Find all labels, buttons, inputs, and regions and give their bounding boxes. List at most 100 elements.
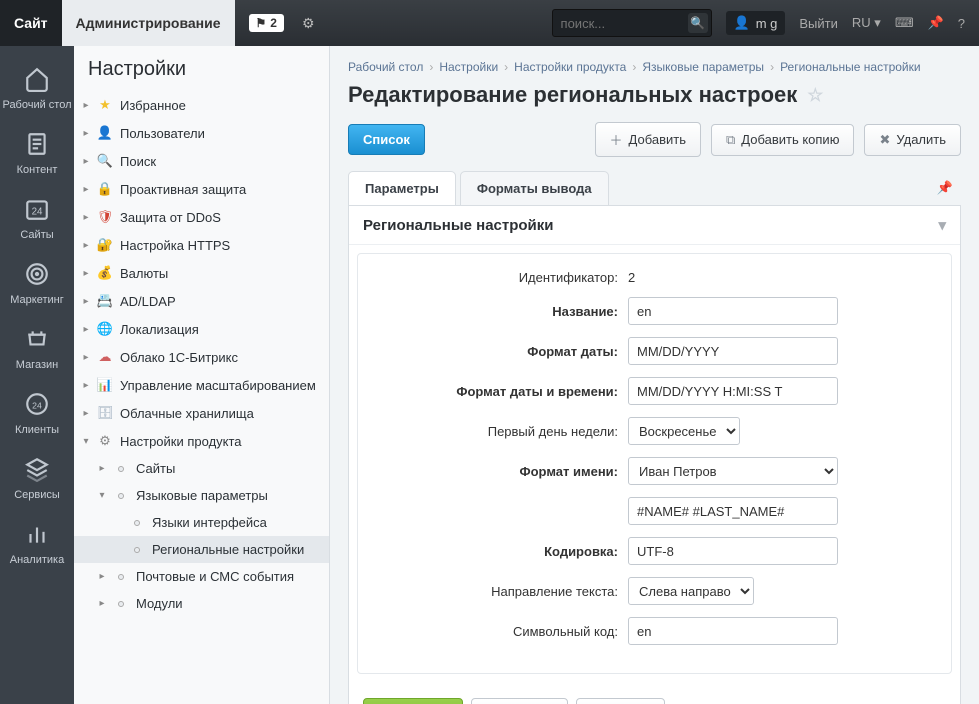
datetime-format-input[interactable] — [628, 377, 838, 405]
tree-item-15[interactable]: Языки интерфейса — [74, 509, 329, 536]
tree-item-4[interactable]: ▸🛡Защита от DDoS — [74, 203, 329, 231]
scale-icon: 📊 — [96, 377, 114, 393]
first-day-select[interactable]: Воскресенье — [628, 417, 740, 445]
user-menu[interactable]: 👤 m g — [726, 11, 786, 35]
name-label: Название: — [368, 304, 628, 319]
tree-item-16[interactable]: Региональные настройки — [74, 536, 329, 563]
tree-arrow: ▸ — [80, 296, 92, 307]
settings-gear-icon[interactable]: ⚙ — [302, 15, 315, 32]
breadcrumb-link[interactable]: Настройки продукта — [514, 60, 626, 74]
tree-label: Поиск — [120, 154, 156, 169]
panel-header: Региональные настройки ▾ — [349, 206, 960, 245]
bullet-icon — [128, 520, 146, 526]
action-bar: Список ＋Добавить ⧉Добавить копию ✖Удалит… — [348, 122, 961, 157]
tree-item-2[interactable]: ▸🔍Поиск — [74, 147, 329, 175]
tree-item-18[interactable]: ▸ Модули — [74, 590, 329, 617]
settings-panel: Региональные настройки ▾ Идентификатор: … — [348, 206, 961, 704]
name-format-select[interactable]: Иван Петров — [628, 457, 838, 485]
apply-button[interactable]: Применить — [471, 698, 568, 704]
tabs-pin-icon[interactable]: 📌 — [929, 172, 961, 204]
mainnav-analytics[interactable]: Аналитика — [0, 511, 74, 576]
tree-arrow: ▾ — [96, 490, 108, 501]
copy-button[interactable]: ⧉Добавить копию — [711, 124, 854, 156]
tree-item-13[interactable]: ▸Сайты — [74, 455, 329, 482]
tree-item-8[interactable]: ▸🌐Локализация — [74, 315, 329, 343]
pin-icon[interactable]: 📌 — [928, 15, 944, 31]
breadcrumb-link[interactable]: Языковые параметры — [642, 60, 764, 74]
plus-icon: ＋ — [610, 130, 623, 149]
tree-item-3[interactable]: ▸🔒Проактивная защита — [74, 175, 329, 203]
mainnav-clients[interactable]: 24Клиенты — [0, 381, 74, 446]
mainnav-store[interactable]: Магазин — [0, 316, 74, 381]
tree-label: Облако 1С-Битрикс — [120, 350, 238, 365]
charset-input[interactable] — [628, 537, 838, 565]
svg-text:24: 24 — [32, 400, 42, 410]
mainnav-sites[interactable]: 24Сайты — [0, 186, 74, 251]
tree-label: Модули — [136, 596, 183, 611]
lang-selector[interactable]: RU ▾ — [852, 15, 881, 31]
delete-button[interactable]: ✖Удалить — [864, 124, 961, 156]
mainnav-services[interactable]: Сервисы — [0, 446, 74, 511]
tree-label: Защита от DDoS — [120, 210, 221, 225]
list-button[interactable]: Список — [348, 124, 425, 155]
bullet-icon — [112, 601, 130, 607]
chevron-right-icon: › — [429, 60, 433, 74]
help-icon[interactable]: ? — [958, 16, 965, 31]
tab-formats[interactable]: Форматы вывода — [460, 171, 609, 205]
save-button[interactable]: Сохранить — [363, 698, 463, 704]
tree-arrow: ▸ — [80, 184, 92, 195]
tree-label: Языковые параметры — [136, 488, 268, 503]
user-icon: 👤 — [734, 15, 750, 31]
tree-arrow: ▸ — [80, 324, 92, 335]
tree-arrow: ▸ — [96, 571, 108, 582]
copy-icon: ⧉ — [726, 132, 735, 148]
user-icon: 👤 — [96, 125, 114, 141]
tree-label: Настройки продукта — [120, 434, 242, 449]
tab-params[interactable]: Параметры — [348, 171, 456, 205]
breadcrumb-link[interactable]: Настройки — [439, 60, 498, 74]
ad-icon: 📇 — [96, 293, 114, 309]
content-area: Рабочий стол›Настройки›Настройки продукт… — [330, 46, 979, 704]
tree-arrow: ▸ — [80, 352, 92, 363]
admin-tab[interactable]: Администрирование — [62, 0, 235, 46]
name-input[interactable] — [628, 297, 838, 325]
first-day-label: Первый день недели: — [368, 424, 628, 439]
mainnav-desktop[interactable]: Рабочий стол — [0, 56, 74, 121]
notification-badge[interactable]: ⚑ 2 — [249, 14, 284, 32]
tree-item-9[interactable]: ▸☁Облако 1С-Битрикс — [74, 343, 329, 371]
keyboard-icon[interactable]: ⌨ — [895, 15, 914, 31]
name-format-template-input[interactable] — [628, 497, 838, 525]
tree-item-0[interactable]: ▸★Избранное — [74, 91, 329, 119]
search-button[interactable]: 🔍 — [688, 13, 708, 33]
code-input[interactable] — [628, 617, 838, 645]
mainnav-content[interactable]: Контент — [0, 121, 74, 186]
tree-item-6[interactable]: ▸💰Валюты — [74, 259, 329, 287]
cancel-button[interactable]: Отменить — [576, 698, 665, 704]
direction-select[interactable]: Слева направо — [628, 577, 754, 605]
tree-item-11[interactable]: ▸🗄Облачные хранилища — [74, 399, 329, 427]
tree-arrow: ▸ — [80, 380, 92, 391]
bullet-icon — [128, 547, 146, 553]
date-format-input[interactable] — [628, 337, 838, 365]
tree-item-12[interactable]: ▾⚙Настройки продукта — [74, 427, 329, 455]
tree-item-17[interactable]: ▸Почтовые и СМС события — [74, 563, 329, 590]
mainnav-marketing[interactable]: Маркетинг — [0, 251, 74, 316]
favorite-star-icon[interactable]: ☆ — [807, 85, 823, 106]
tree-arrow: ▸ — [96, 463, 108, 474]
tree-arrow: ▸ — [80, 128, 92, 139]
topbar: Сайт Администрирование ⚑ 2 ⚙ 🔍 👤 m g Вый… — [0, 0, 979, 46]
globe-icon: 🌐 — [96, 321, 114, 337]
site-tab[interactable]: Сайт — [0, 0, 62, 46]
tree-item-14[interactable]: ▾ Языковые параметры — [74, 482, 329, 509]
breadcrumb-link[interactable]: Рабочий стол — [348, 60, 423, 74]
tree-item-5[interactable]: ▸🔐Настройка HTTPS — [74, 231, 329, 259]
tree-item-1[interactable]: ▸ 👤 Пользователи — [74, 119, 329, 147]
tree-arrow: ▸ — [96, 598, 108, 609]
breadcrumb-link[interactable]: Региональные настройки — [780, 60, 921, 74]
tree-item-10[interactable]: ▸📊Управление масштабированием — [74, 371, 329, 399]
add-button[interactable]: ＋Добавить — [595, 122, 701, 157]
logout-link[interactable]: Выйти — [799, 16, 838, 31]
tree-label: Пользователи — [120, 126, 205, 141]
collapse-icon[interactable]: ▾ — [938, 216, 946, 234]
tree-item-7[interactable]: ▸📇AD/LDAP — [74, 287, 329, 315]
